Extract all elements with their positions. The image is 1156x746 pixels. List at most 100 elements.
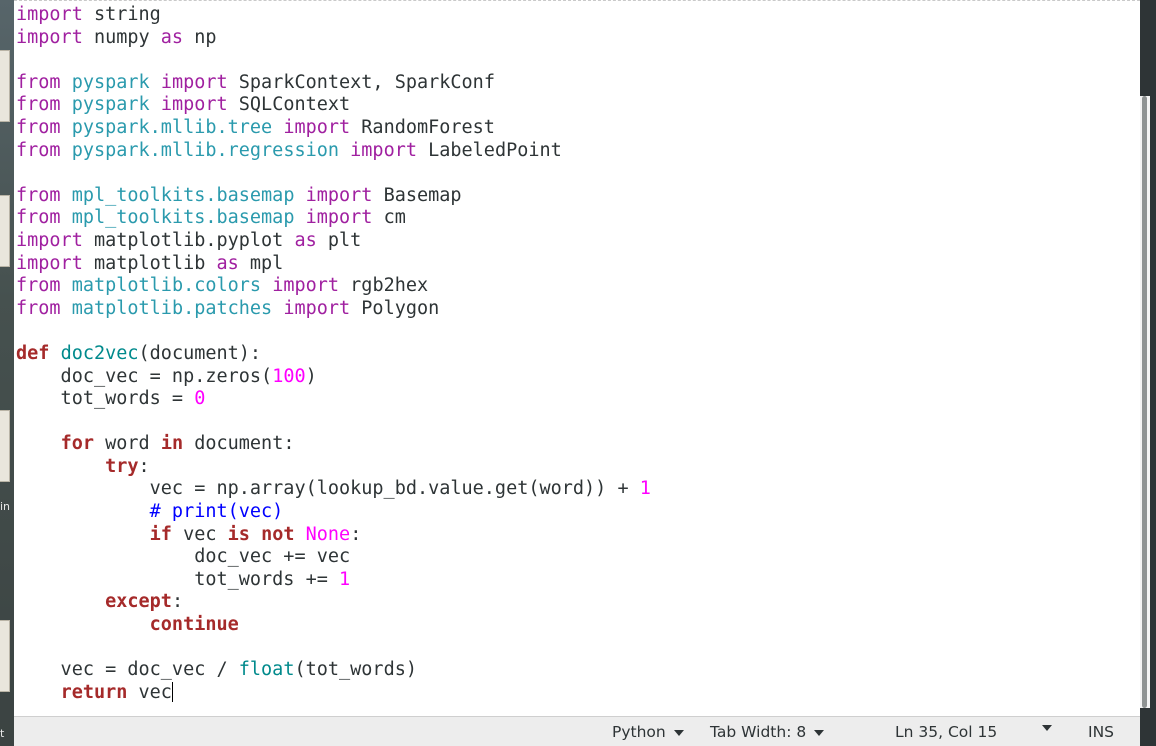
code-line[interactable]: doc_vec = np.zeros(100) xyxy=(16,366,1128,389)
desktop-icon-label: t xyxy=(0,727,5,740)
code-token: import xyxy=(305,207,373,229)
code-line[interactable]: # print(vec) xyxy=(16,501,1128,524)
code-token: 1 xyxy=(339,568,351,590)
language-label: Python xyxy=(612,723,666,741)
code-token: 100 xyxy=(272,365,306,387)
code-line[interactable]: vec = np.array(lookup_bd.value.get(word)… xyxy=(16,478,1128,501)
code-token: matplotlib.pyplot xyxy=(82,229,295,251)
code-line[interactable]: from pyspark import SQLContext xyxy=(16,94,1128,117)
code-text-area[interactable]: import string import numpy as np from pysp… xyxy=(16,4,1128,717)
code-token: (document): xyxy=(138,342,262,364)
code-token: not xyxy=(261,523,295,545)
code-line[interactable]: from pyspark.mllib.tree import RandomFor… xyxy=(16,117,1128,140)
code-token: mpl xyxy=(238,252,284,274)
code-line[interactable]: continue xyxy=(16,614,1128,637)
desktop-file-icon[interactable] xyxy=(0,410,10,482)
vertical-scrollbar[interactable] xyxy=(1140,96,1150,708)
code-line[interactable]: return vec xyxy=(16,681,1128,705)
code-line[interactable] xyxy=(16,637,1128,660)
code-token: RandomForest xyxy=(350,116,495,138)
code-line[interactable]: from mpl_toolkits.basemap import cm xyxy=(16,207,1128,230)
code-token: mpl_toolkits.basemap xyxy=(71,207,295,229)
tab-width-selector[interactable]: Tab Width: 8 xyxy=(710,723,825,741)
code-line[interactable]: import matplotlib.pyplot as plt xyxy=(16,230,1128,253)
code-token: import xyxy=(16,4,83,25)
code-token: matplotlib xyxy=(82,252,217,274)
code-token: matplotlib.patches xyxy=(71,297,273,319)
code-line[interactable] xyxy=(16,49,1128,72)
code-line[interactable]: for word in document: xyxy=(16,433,1128,456)
code-line[interactable] xyxy=(16,320,1128,343)
position-menu-button[interactable] xyxy=(1042,723,1052,731)
code-token: pyspark.mllib.tree xyxy=(71,116,273,138)
code-token: import xyxy=(305,184,373,206)
code-token: cm xyxy=(372,207,406,229)
code-line[interactable]: doc_vec += vec xyxy=(16,546,1128,569)
code-line[interactable]: except: xyxy=(16,591,1128,614)
code-token: ) xyxy=(305,365,317,387)
tab-width-label: Tab Width: 8 xyxy=(710,723,807,741)
code-line[interactable]: from mpl_toolkits.basemap import Basemap xyxy=(16,185,1128,208)
code-token: matplotlib.colors xyxy=(71,275,262,297)
code-token: def xyxy=(16,342,50,364)
code-token: doc_vec = np.zeros( xyxy=(16,365,273,387)
code-token: import xyxy=(160,71,228,93)
code-line[interactable]: import matplotlib as mpl xyxy=(16,253,1128,276)
insert-mode-indicator[interactable]: INS xyxy=(1088,723,1114,741)
code-line[interactable]: from matplotlib.colors import rgb2hex xyxy=(16,275,1128,298)
code-token: vec xyxy=(127,681,172,703)
code-line[interactable]: from pyspark import SparkContext, SparkC… xyxy=(16,72,1128,95)
scrollbar-thumb[interactable] xyxy=(1142,96,1147,708)
code-token: 1 xyxy=(639,478,651,500)
code-line[interactable]: def doc2vec(document): xyxy=(16,343,1128,366)
code-token: string xyxy=(82,4,161,25)
code-line[interactable]: try: xyxy=(16,456,1128,479)
chevron-down-icon xyxy=(814,730,825,736)
code-line[interactable]: if vec is not None: xyxy=(16,524,1128,547)
code-token: 0 xyxy=(194,388,206,410)
chevron-down-icon xyxy=(1042,725,1052,731)
code-line[interactable] xyxy=(16,162,1128,185)
code-token: tot_words += xyxy=(16,568,340,590)
code-line[interactable]: from pyspark.mllib.regression import Lab… xyxy=(16,140,1128,163)
code-line[interactable]: tot_words = 0 xyxy=(16,388,1128,411)
code-token: from xyxy=(16,275,61,297)
code-token: tot_words = xyxy=(16,388,195,410)
code-token: vec xyxy=(171,523,228,545)
code-line[interactable]: import numpy as np xyxy=(16,27,1128,50)
code-token: pyspark xyxy=(71,71,150,93)
desktop-file-icon[interactable] xyxy=(0,50,10,122)
code-token: import xyxy=(16,252,83,274)
code-line[interactable]: from matplotlib.patches import Polygon xyxy=(16,298,1128,321)
code-token: as xyxy=(294,229,317,251)
code-token: import xyxy=(16,26,83,48)
code-token: import xyxy=(160,94,228,116)
code-token: from xyxy=(16,116,61,138)
language-selector[interactable]: Python xyxy=(612,723,684,741)
code-line[interactable]: vec = doc_vec / float(tot_words) xyxy=(16,659,1128,682)
desktop-file-icon[interactable] xyxy=(0,195,10,267)
code-token: from xyxy=(16,184,61,206)
code-token: numpy xyxy=(82,26,161,48)
code-line[interactable] xyxy=(16,411,1128,434)
code-token: try xyxy=(105,455,139,477)
desktop-file-icon[interactable] xyxy=(0,620,10,692)
code-line[interactable]: import string xyxy=(16,4,1128,27)
code-line[interactable]: tot_words += 1 xyxy=(16,569,1128,592)
code-editor[interactable]: import string import numpy as np from pysp… xyxy=(14,0,1150,717)
code-token: vec = doc_vec / xyxy=(16,659,239,681)
code-token: from xyxy=(16,207,61,229)
code-token: None xyxy=(305,523,351,545)
